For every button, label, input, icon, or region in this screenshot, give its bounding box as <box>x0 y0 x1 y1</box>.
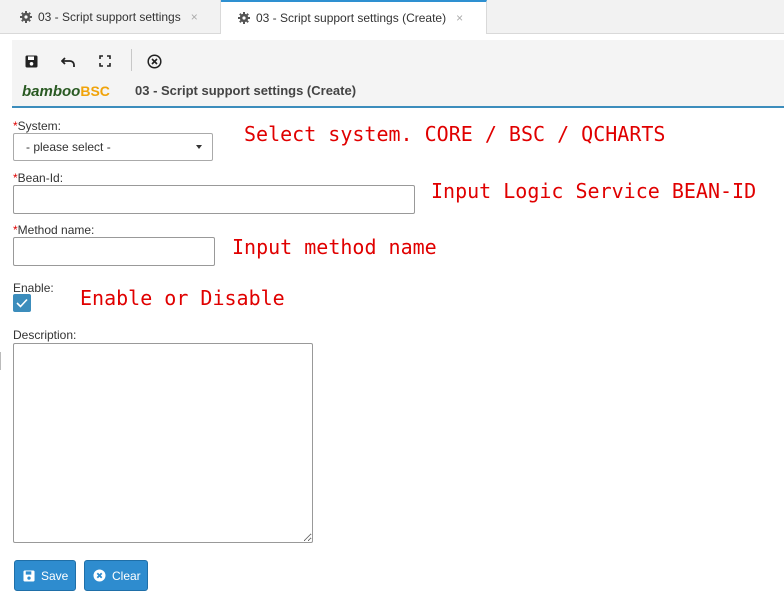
annotation-method-name: Input method name <box>232 235 437 259</box>
clear-button[interactable]: Clear <box>84 560 148 591</box>
enable-checkbox[interactable] <box>13 294 31 312</box>
gear-icon <box>238 12 250 24</box>
page-title: 03 - Script support settings (Create) <box>135 83 357 98</box>
save-button-label: Save <box>41 568 69 583</box>
clear-button-label: Clear <box>112 568 141 583</box>
system-selected-value: - please select - <box>26 140 111 154</box>
save-icon <box>23 569 35 582</box>
tab-bar: 03 - Script support settings × 03 - Scri… <box>0 0 784 34</box>
close-toolbar-button[interactable] <box>145 52 163 70</box>
system-label: *System: <box>13 119 62 133</box>
gear-icon <box>20 10 32 23</box>
left-edge-marker <box>0 352 1 370</box>
undo-toolbar-button[interactable] <box>59 52 77 70</box>
close-circle-icon <box>93 569 106 582</box>
annotation-system: Select system. CORE / BSC / QCHARTS <box>244 122 666 146</box>
toolbar-panel: bambooBSC 03 - Script support settings (… <box>12 40 784 108</box>
tab-script-support-settings-create[interactable]: 03 - Script support settings (Create) × <box>221 0 487 34</box>
bean-id-input[interactable] <box>13 185 415 214</box>
close-icon[interactable]: × <box>191 10 198 24</box>
checkmark-icon <box>16 298 28 308</box>
method-name-label: *Method name: <box>13 223 95 237</box>
enable-label: Enable: <box>13 281 54 295</box>
fullscreen-toolbar-button[interactable] <box>96 52 114 70</box>
description-label: Description: <box>13 328 77 342</box>
annotation-bean-id: Input Logic Service BEAN-ID <box>431 179 757 203</box>
annotation-enable: Enable or Disable <box>80 286 285 310</box>
close-circle-icon <box>146 53 162 69</box>
save-icon <box>25 55 37 67</box>
system-select[interactable]: - please select - <box>13 133 213 161</box>
bean-id-label: *Bean-Id: <box>13 171 64 185</box>
tab-script-support-settings[interactable]: 03 - Script support settings × <box>0 0 221 33</box>
method-name-input[interactable] <box>13 237 215 266</box>
description-textarea[interactable] <box>13 343 313 543</box>
toolbar-divider <box>131 49 132 71</box>
close-icon[interactable]: × <box>456 11 463 25</box>
fullscreen-icon <box>99 55 111 67</box>
tab-label: 03 - Script support settings (Create) <box>256 11 447 25</box>
tab-label: 03 - Script support settings <box>38 9 181 24</box>
undo-icon <box>60 56 75 67</box>
save-toolbar-button[interactable] <box>22 52 40 70</box>
save-button[interactable]: Save <box>14 560 76 591</box>
bamboobsc-logo: bambooBSC <box>22 83 110 100</box>
chevron-down-icon <box>196 145 202 149</box>
